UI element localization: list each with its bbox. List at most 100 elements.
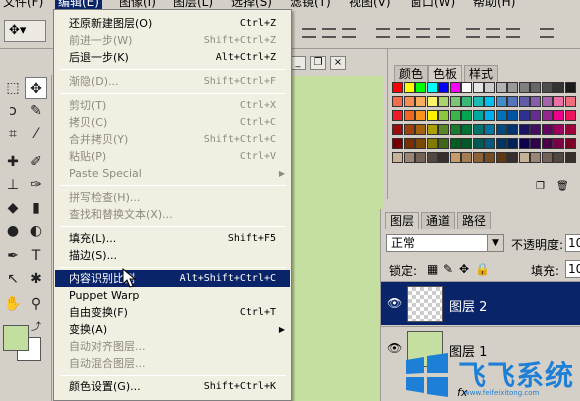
align-top-icon[interactable] bbox=[302, 28, 316, 38]
eye-icon[interactable]: 👁 bbox=[387, 296, 402, 310]
align-left-icon[interactable] bbox=[376, 28, 390, 38]
swatch-cell[interactable] bbox=[438, 96, 449, 107]
swatch-cell[interactable] bbox=[507, 124, 518, 135]
history-brush-icon[interactable]: ✑ bbox=[25, 174, 47, 196]
lasso-icon[interactable]: ↄ bbox=[2, 100, 24, 122]
swatch-cell[interactable] bbox=[438, 138, 449, 149]
distribute-top-icon[interactable] bbox=[396, 28, 410, 38]
swatch-cell[interactable] bbox=[495, 110, 507, 121]
distribute-vcenter-icon[interactable] bbox=[416, 28, 430, 38]
swatch-cell[interactable] bbox=[449, 96, 461, 107]
swatch-cell[interactable] bbox=[553, 82, 564, 93]
minimize-button[interactable]: _ bbox=[290, 56, 306, 70]
swatch-cell[interactable] bbox=[484, 96, 495, 107]
swatch-cell[interactable] bbox=[530, 138, 541, 149]
swatch-cell[interactable] bbox=[564, 124, 576, 135]
swatch-cell[interactable] bbox=[472, 138, 484, 149]
menu-item-step-forward[interactable]: 前进一步(W) Shift+Ctrl+Z bbox=[55, 32, 290, 49]
lock-all-icon[interactable]: 🔒 bbox=[475, 262, 490, 276]
swatch-cell[interactable] bbox=[518, 138, 530, 149]
swatch-cell[interactable] bbox=[461, 124, 472, 135]
menu-help[interactable]: 帮助(H) bbox=[470, 0, 518, 9]
swatch-cell[interactable] bbox=[392, 138, 403, 149]
swatch-cell[interactable] bbox=[461, 110, 472, 121]
document-canvas[interactable] bbox=[288, 76, 384, 401]
distribute-right-icon[interactable] bbox=[506, 28, 520, 38]
fill-field[interactable]: 10 bbox=[565, 260, 580, 278]
swatch-cell[interactable] bbox=[472, 96, 484, 107]
zoom-icon[interactable]: ⚲ bbox=[25, 293, 47, 315]
swatch-cell[interactable] bbox=[426, 82, 438, 93]
swatch-cell[interactable] bbox=[403, 82, 415, 93]
foreground-color-swatch[interactable] bbox=[3, 325, 29, 351]
swatch-cell[interactable] bbox=[495, 82, 507, 93]
swatch-cell[interactable] bbox=[564, 138, 576, 149]
swatch-cell[interactable] bbox=[530, 82, 541, 93]
menu-item-copy-merged[interactable]: 合并拷贝(Y) Shift+Ctrl+C bbox=[55, 131, 290, 148]
align-vcenter-icon[interactable] bbox=[322, 28, 336, 38]
distribute-hcenter-icon[interactable] bbox=[486, 28, 500, 38]
tab-paths[interactable]: 路径 bbox=[457, 212, 492, 229]
menu-item-find-replace[interactable]: 查找和替换文本(X)... bbox=[55, 206, 290, 223]
swatch-cell[interactable] bbox=[415, 152, 426, 163]
brush-icon[interactable]: ✐ bbox=[25, 151, 47, 173]
menu-item-auto-align[interactable]: 自动对齐图层... bbox=[55, 338, 290, 355]
quick-select-icon[interactable]: ✎ bbox=[25, 100, 47, 122]
menu-item-undo[interactable]: 还原新建图层(O) Ctrl+Z bbox=[55, 15, 290, 32]
swatch-cell[interactable] bbox=[530, 152, 541, 163]
swatch-cell[interactable] bbox=[507, 138, 518, 149]
swatch-cell[interactable] bbox=[564, 110, 576, 121]
swatch-cell[interactable] bbox=[438, 124, 449, 135]
swatch-cell[interactable] bbox=[461, 138, 472, 149]
swatch-cell[interactable] bbox=[484, 138, 495, 149]
menu-item-cut[interactable]: 剪切(T) Ctrl+X bbox=[55, 97, 290, 114]
layer-row[interactable]: 👁 图层 2 bbox=[381, 281, 580, 325]
swatch-cell[interactable] bbox=[541, 152, 553, 163]
swatch-cell[interactable] bbox=[495, 138, 507, 149]
swatch-cell[interactable] bbox=[530, 96, 541, 107]
menu-view[interactable]: 视图(V) bbox=[346, 0, 394, 9]
menu-item-step-backward[interactable]: 后退一步(K) Alt+Ctrl+Z bbox=[55, 49, 290, 66]
opacity-field[interactable]: 10 bbox=[565, 234, 580, 252]
eraser-icon[interactable]: ◆ bbox=[2, 197, 24, 219]
menu-item-paste-special[interactable]: Paste Special ▶ bbox=[55, 165, 290, 182]
lock-transparent-icon[interactable]: ▦ bbox=[427, 262, 438, 276]
swatch-cell[interactable] bbox=[553, 96, 564, 107]
swatch-cell[interactable] bbox=[553, 138, 564, 149]
swatch-cell[interactable] bbox=[518, 110, 530, 121]
lock-paint-icon[interactable]: ✎ bbox=[443, 262, 453, 276]
swatch-cell[interactable] bbox=[564, 96, 576, 107]
tab-swatches[interactable]: 色板 bbox=[428, 65, 463, 82]
tab-color[interactable]: 颜色 bbox=[394, 65, 429, 82]
swatch-cell[interactable] bbox=[553, 124, 564, 135]
menu-select[interactable]: 选择(S) bbox=[228, 0, 275, 9]
swatch-cell[interactable] bbox=[507, 96, 518, 107]
swatch-cell[interactable] bbox=[461, 152, 472, 163]
menu-item-stroke[interactable]: 描边(S)... bbox=[55, 247, 290, 264]
menu-item-transform[interactable]: 变换(A) ▶ bbox=[55, 321, 290, 338]
menu-layer[interactable]: 图层(L) bbox=[170, 0, 216, 9]
swatch-cell[interactable] bbox=[449, 152, 461, 163]
swatch-cell[interactable] bbox=[415, 124, 426, 135]
swatch-cell[interactable] bbox=[541, 124, 553, 135]
pen-icon[interactable]: ✒ bbox=[2, 245, 24, 267]
swatch-cell[interactable] bbox=[403, 152, 415, 163]
restore-button[interactable]: ❐ bbox=[310, 56, 326, 70]
eyedropper-icon[interactable]: ⁄ bbox=[25, 123, 47, 145]
menu-item-paste[interactable]: 粘贴(P) Ctrl+V bbox=[55, 148, 290, 165]
tab-layers[interactable]: 图层 bbox=[385, 212, 420, 229]
close-button[interactable]: × bbox=[330, 56, 346, 70]
move-tool-icon[interactable]: ✥ bbox=[25, 77, 47, 99]
swatch-cell[interactable] bbox=[392, 82, 403, 93]
swatch-cell[interactable] bbox=[507, 110, 518, 121]
swatch-cell[interactable] bbox=[553, 152, 564, 163]
swatch-cell[interactable] bbox=[438, 82, 449, 93]
distribute-bottom-icon[interactable] bbox=[436, 28, 450, 38]
swatch-cell[interactable] bbox=[449, 138, 461, 149]
swatch-cell[interactable] bbox=[495, 152, 507, 163]
distribute-left-icon[interactable] bbox=[466, 28, 480, 38]
swatch-cell[interactable] bbox=[530, 110, 541, 121]
new-swatch-icon[interactable]: ❐ bbox=[536, 181, 545, 192]
swatch-cell[interactable] bbox=[461, 82, 472, 93]
swatch-cell[interactable] bbox=[426, 96, 438, 107]
